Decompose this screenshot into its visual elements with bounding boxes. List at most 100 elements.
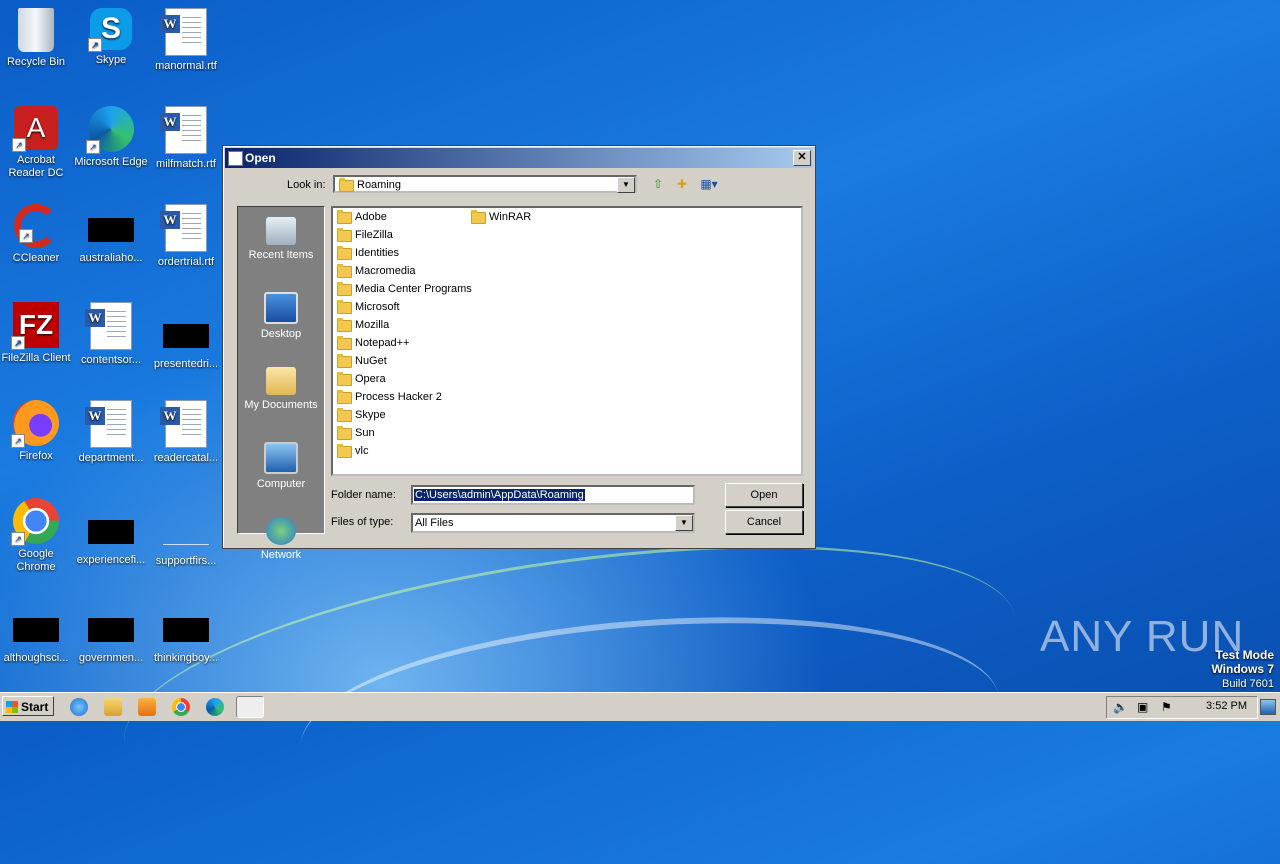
list-item[interactable]: Microsoft bbox=[335, 298, 400, 316]
cancel-button[interactable]: Cancel bbox=[725, 510, 803, 534]
redacted-icon bbox=[163, 618, 209, 642]
word-document-icon: W bbox=[160, 204, 207, 252]
list-item[interactable]: WinRAR bbox=[469, 208, 531, 226]
list-item[interactable]: Notepad++ bbox=[335, 334, 409, 352]
desktop-icon-ccleaner[interactable]: ↗ CCleaner bbox=[0, 204, 74, 265]
place-desktop[interactable]: Desktop bbox=[238, 292, 324, 357]
list-item[interactable]: Macromedia bbox=[335, 262, 416, 280]
anyrun-watermark: ANY RUN bbox=[1040, 612, 1245, 661]
list-item[interactable]: Identities bbox=[335, 244, 399, 262]
word-document-icon: W bbox=[160, 8, 207, 56]
desktop-icon-rtf[interactable]: W ordertrial.rtf bbox=[148, 204, 224, 269]
desktop-icon-chrome[interactable]: ↗ Google Chrome bbox=[0, 498, 74, 574]
internet-explorer-icon[interactable] bbox=[70, 698, 88, 716]
folder-icon bbox=[337, 408, 352, 422]
new-folder-icon[interactable]: ✚ bbox=[673, 176, 691, 192]
documents-icon bbox=[266, 367, 296, 395]
desktop-icon-redacted[interactable]: australiaho... bbox=[73, 204, 149, 265]
list-item[interactable]: vlc bbox=[335, 442, 368, 460]
test-mode-text: Test Mode bbox=[1215, 648, 1274, 662]
file-explorer-icon[interactable] bbox=[104, 698, 122, 716]
desktop-icon-rtf[interactable]: W readercatal... bbox=[148, 400, 224, 465]
action-center-icon[interactable]: ⚑ bbox=[1161, 700, 1172, 714]
media-player-icon[interactable] bbox=[138, 698, 156, 716]
redacted-icon bbox=[163, 324, 209, 348]
close-button[interactable]: ✕ bbox=[793, 150, 811, 166]
desktop-icon-redacted[interactable]: governmen... bbox=[73, 604, 149, 665]
network-tray-icon[interactable]: ▣ bbox=[1137, 700, 1148, 714]
word-document-icon: W bbox=[160, 106, 207, 154]
list-item[interactable]: Mozilla bbox=[335, 316, 389, 334]
list-item[interactable]: FileZilla bbox=[335, 226, 393, 244]
place-recent-items[interactable]: Recent Items bbox=[238, 217, 324, 282]
desktop-icon-redacted[interactable]: thinkingboy... bbox=[148, 604, 224, 665]
list-item[interactable]: Media Center Programs bbox=[335, 280, 472, 298]
place-computer[interactable]: Computer bbox=[238, 442, 324, 507]
folder-icon bbox=[337, 354, 352, 368]
place-network[interactable]: Network bbox=[238, 517, 324, 582]
desktop-icon-rtf[interactable]: W contentsor... bbox=[73, 302, 149, 367]
desktop-icon-redacted[interactable]: presentedri... bbox=[148, 310, 224, 371]
folder-icon bbox=[471, 210, 486, 224]
start-button[interactable]: Start bbox=[2, 696, 54, 716]
list-item[interactable]: Skype bbox=[335, 406, 386, 424]
view-menu-icon[interactable]: ▦▾ bbox=[697, 176, 721, 192]
list-item[interactable]: Adobe bbox=[335, 208, 387, 226]
folder-icon bbox=[337, 426, 352, 440]
desktop-icon-redacted[interactable]: experiencefi... bbox=[73, 506, 149, 567]
desktop-icon-filezilla[interactable]: FZ ↗ FileZilla Client bbox=[0, 302, 74, 365]
desktop-icon-acrobat[interactable]: A ↗ Acrobat Reader DC bbox=[0, 106, 74, 180]
folder-name-field[interactable]: C:\Users\admin\AppData\Roaming bbox=[411, 485, 695, 505]
edge-icon[interactable] bbox=[206, 698, 224, 716]
file-list[interactable]: Adobe FileZilla Identities Macromedia Me… bbox=[331, 206, 803, 476]
skype-icon: S ↗ bbox=[88, 8, 132, 52]
clock[interactable]: 3:52 PM bbox=[1206, 700, 1247, 712]
up-folder-icon[interactable]: ⇧ bbox=[649, 176, 667, 192]
redacted-icon bbox=[13, 618, 59, 642]
open-button[interactable]: Open bbox=[725, 483, 803, 507]
list-item[interactable]: Process Hacker 2 bbox=[335, 388, 442, 406]
desktop-icon-rtf[interactable]: W milfmatch.rtf bbox=[148, 106, 224, 171]
chrome-icon: ↗ bbox=[11, 498, 59, 546]
files-of-type-combo[interactable]: All Files ▼ bbox=[411, 513, 695, 533]
desktop-icon-skype[interactable]: S ↗ Skype bbox=[73, 8, 149, 67]
list-item[interactable]: NuGet bbox=[335, 352, 387, 370]
desktop-icon-firefox[interactable]: ↗ Firefox bbox=[0, 400, 74, 463]
place-my-documents[interactable]: My Documents bbox=[238, 367, 324, 432]
java-app-task-icon[interactable] bbox=[236, 696, 264, 718]
dialog-title: Open bbox=[245, 151, 276, 165]
show-desktop-icon[interactable] bbox=[1260, 699, 1276, 715]
places-bar: Recent Items Desktop My Documents Comput… bbox=[237, 206, 325, 561]
list-item[interactable]: Opera bbox=[335, 370, 386, 388]
folder-name-value: C:\Users\admin\AppData\Roaming bbox=[414, 489, 585, 501]
files-of-type-value: All Files bbox=[415, 517, 454, 529]
look-in-label: Look in: bbox=[287, 179, 326, 191]
acrobat-icon: A ↗ bbox=[12, 106, 58, 152]
desktop-icon-rtf[interactable]: W manormal.rtf bbox=[148, 8, 224, 73]
folder-icon bbox=[337, 282, 352, 296]
desktop-icon bbox=[264, 292, 298, 324]
desktop-icon-recycle-bin[interactable]: Recycle Bin bbox=[0, 8, 74, 69]
chrome-icon[interactable] bbox=[172, 698, 190, 716]
desktop-icon-edge[interactable]: ↗ Microsoft Edge bbox=[73, 106, 149, 169]
volume-icon[interactable]: 🔈 bbox=[1113, 700, 1128, 714]
firefox-icon: ↗ bbox=[11, 400, 59, 448]
computer-icon bbox=[264, 442, 298, 474]
desktop-icon-rtf[interactable]: W department... bbox=[73, 400, 149, 465]
word-document-icon: W bbox=[160, 400, 207, 448]
desktop-icon-redacted[interactable]: althoughsci... bbox=[0, 604, 74, 665]
folder-icon bbox=[337, 372, 352, 386]
look-in-combo[interactable]: Roaming ▼ bbox=[333, 175, 637, 193]
dialog-titlebar[interactable]: Open ✕ bbox=[225, 148, 813, 168]
chevron-down-icon[interactable]: ▼ bbox=[617, 177, 635, 193]
system-tray: 🔈 ▣ ⚑ 3:52 PM bbox=[1106, 696, 1258, 719]
chevron-down-icon[interactable]: ▼ bbox=[675, 515, 693, 531]
folder-icon bbox=[337, 318, 352, 332]
desktop-icon-blank[interactable]: supportfirs... bbox=[148, 506, 224, 568]
ccleaner-icon: ↗ bbox=[14, 204, 58, 248]
folder-icon bbox=[337, 300, 352, 314]
java-app-icon bbox=[228, 151, 243, 166]
list-item[interactable]: Sun bbox=[335, 424, 375, 442]
blank-file-icon bbox=[163, 520, 209, 545]
look-in-value: Roaming bbox=[357, 179, 402, 191]
